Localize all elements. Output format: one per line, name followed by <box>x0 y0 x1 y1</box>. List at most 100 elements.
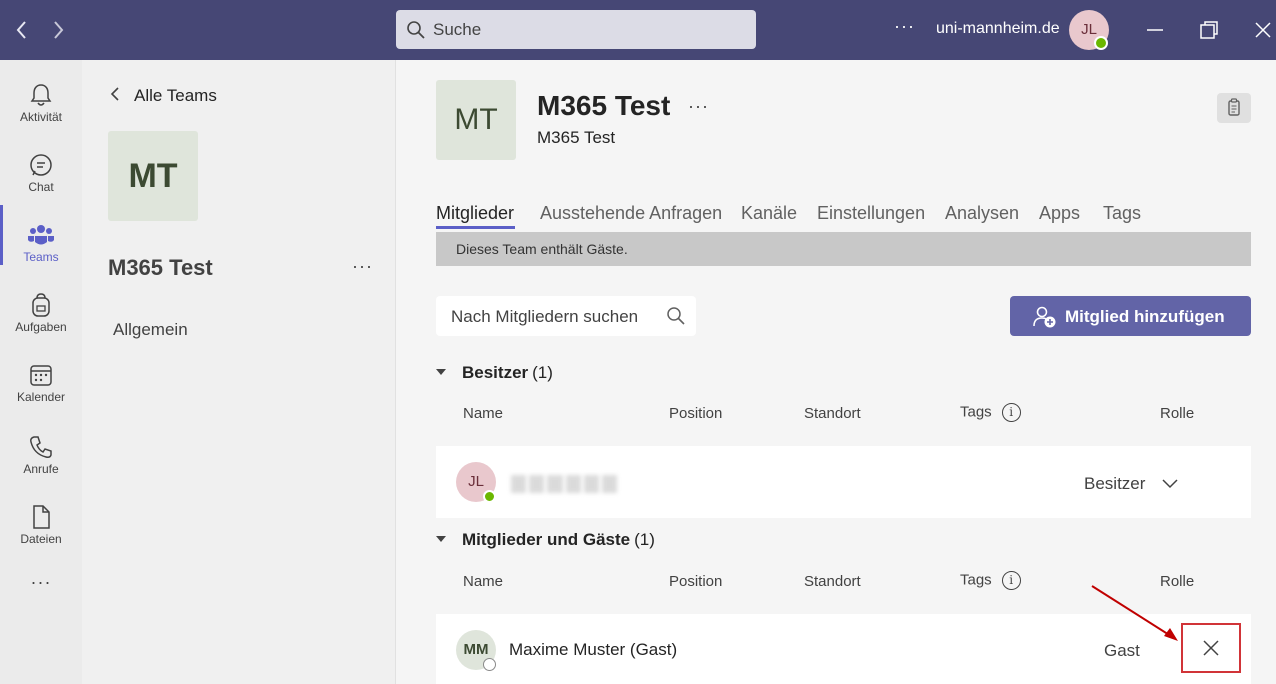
minimize-icon[interactable] <box>1143 18 1167 42</box>
rail-item-calendar[interactable]: Kalender <box>0 350 82 410</box>
user-initials: JL <box>1081 21 1097 38</box>
avatar-initials: JL <box>468 473 484 490</box>
tab-members[interactable]: Mitglieder <box>436 203 514 224</box>
team-avatar: MT <box>108 131 198 221</box>
rail-label-calls: Anrufe <box>23 462 59 476</box>
add-person-icon <box>1033 306 1056 328</box>
members-count: (1) <box>634 530 655 549</box>
column-header-name[interactable]: Name <box>463 405 503 422</box>
calendar-icon <box>30 365 52 386</box>
annotation-arrow-icon <box>1091 585 1178 641</box>
title-bar: Suche ··· uni-mannheim.de JL <box>0 0 1276 60</box>
tab-settings[interactable]: Einstellungen <box>817 203 925 224</box>
info-icon[interactable]: i <box>1001 403 1021 422</box>
team-more-options-icon[interactable]: ··· <box>352 256 373 277</box>
column-header-position[interactable]: Position <box>669 573 722 590</box>
tab-apps[interactable]: Apps <box>1039 203 1080 224</box>
presence-unknown-icon <box>483 658 496 671</box>
redacted-member-name <box>511 475 618 493</box>
caret-down-icon <box>436 535 446 542</box>
manage-team-view: MT M365 Test ··· M365 Test Mitglieder Au… <box>396 60 1276 684</box>
rail-label-calendar: Kalender <box>16 390 66 404</box>
members-section-title: Mitglieder und Gäste <box>462 530 631 549</box>
chat-icon <box>30 154 52 176</box>
forward-arrow-icon[interactable] <box>46 16 70 44</box>
team-name: M365 Test <box>108 255 213 280</box>
backpack-icon <box>32 293 50 317</box>
close-window-icon[interactable] <box>1251 18 1275 42</box>
role-value: Besitzer <box>1084 474 1146 493</box>
tab-tags[interactable]: Tags <box>1103 203 1141 224</box>
add-member-label: Mitglied hinzufügen <box>1065 307 1225 326</box>
rail-label-activity: Aktivität <box>19 110 62 124</box>
channel-item-general[interactable]: Allgemein <box>113 320 188 340</box>
presence-available-icon <box>483 490 496 503</box>
guest-info-banner: Dieses Team enthält Gäste. <box>436 232 1251 266</box>
avatar-initials: MM <box>463 641 489 658</box>
more-options-icon[interactable]: ··· <box>894 16 915 37</box>
user-avatar[interactable]: JL <box>1069 10 1109 50</box>
column-header-tags[interactable]: Tags i <box>960 571 1021 590</box>
rail-item-teams[interactable]: Teams <box>0 210 82 270</box>
phone-icon <box>30 436 52 458</box>
team-panel: Alle Teams MT M365 Test ··· Allgemein <box>82 60 396 684</box>
owners-section-toggle[interactable]: Besitzer (1) <box>436 363 553 383</box>
member-search-placeholder: Nach Mitgliedern suchen <box>451 307 639 326</box>
tab-pending-requests[interactable]: Ausstehende Anfragen <box>540 203 722 224</box>
member-name: Maxime Muster (Gast) <box>509 640 678 659</box>
restore-icon[interactable] <box>1197 18 1221 42</box>
title-more-options-icon[interactable]: ··· <box>688 96 709 117</box>
page-title: M365 Test <box>537 90 671 121</box>
members-section-toggle[interactable]: Mitglieder und Gäste (1) <box>436 530 655 550</box>
remove-member-button[interactable] <box>1181 623 1241 673</box>
rail-item-files[interactable]: Dateien <box>0 492 82 552</box>
app-rail: Aktivität Chat Teams Aufgaben Kalender A… <box>0 60 82 684</box>
bell-icon <box>30 84 52 106</box>
teams-icon <box>28 225 54 245</box>
column-header-location[interactable]: Standort <box>804 573 861 590</box>
search-placeholder: Suche <box>433 20 482 39</box>
presence-available-icon <box>1094 36 1108 50</box>
table-row[interactable]: JL Besitzer <box>436 446 1251 518</box>
team-avatar-large: MT <box>436 80 516 160</box>
close-icon <box>1203 640 1219 656</box>
avatar: MM <box>456 630 496 671</box>
column-header-tags-label: Tags <box>960 571 992 589</box>
search-icon <box>667 307 685 325</box>
search-input[interactable]: Suche <box>396 10 756 49</box>
all-teams-label: Alle Teams <box>134 86 217 105</box>
column-header-role[interactable]: Rolle <box>1160 405 1194 422</box>
rail-item-chat[interactable]: Chat <box>0 140 82 200</box>
rail-more-apps-icon[interactable]: ··· <box>0 572 82 632</box>
column-header-position[interactable]: Position <box>669 405 722 422</box>
avatar: JL <box>456 462 496 503</box>
tab-analytics[interactable]: Analysen <box>945 203 1019 224</box>
page-subtitle: M365 Test <box>537 128 616 147</box>
rail-label-tasks: Aufgaben <box>15 320 67 334</box>
rail-label-files: Dateien <box>20 532 62 546</box>
column-header-location[interactable]: Standort <box>804 405 861 422</box>
all-teams-link[interactable]: Alle Teams <box>110 86 217 106</box>
clipboard-icon <box>1228 98 1240 116</box>
column-header-tags[interactable]: Tags i <box>960 403 1021 422</box>
add-member-button[interactable]: Mitglied hinzufügen <box>1010 296 1251 336</box>
team-info-button[interactable] <box>1217 93 1251 123</box>
info-icon[interactable]: i <box>1001 571 1021 590</box>
member-search-input[interactable]: Nach Mitgliedern suchen <box>436 296 696 336</box>
back-arrow-icon[interactable] <box>10 16 34 44</box>
chevron-down-icon <box>1162 479 1178 489</box>
column-header-tags-label: Tags <box>960 403 992 421</box>
rail-item-tasks[interactable]: Aufgaben <box>0 280 82 340</box>
column-header-name[interactable]: Name <box>463 573 503 590</box>
search-icon <box>407 21 425 39</box>
rail-item-calls[interactable]: Anrufe <box>0 422 82 482</box>
file-icon <box>33 505 50 529</box>
rail-label-chat: Chat <box>28 180 54 194</box>
owners-count: (1) <box>532 363 553 382</box>
rail-label-teams: Teams <box>23 250 59 264</box>
tab-channels[interactable]: Kanäle <box>741 203 797 224</box>
role-dropdown[interactable]: Besitzer <box>1084 474 1178 494</box>
tenant-name[interactable]: uni-mannheim.de <box>936 20 1060 38</box>
chevron-left-icon <box>110 86 120 106</box>
rail-item-activity[interactable]: Aktivität <box>0 70 82 130</box>
